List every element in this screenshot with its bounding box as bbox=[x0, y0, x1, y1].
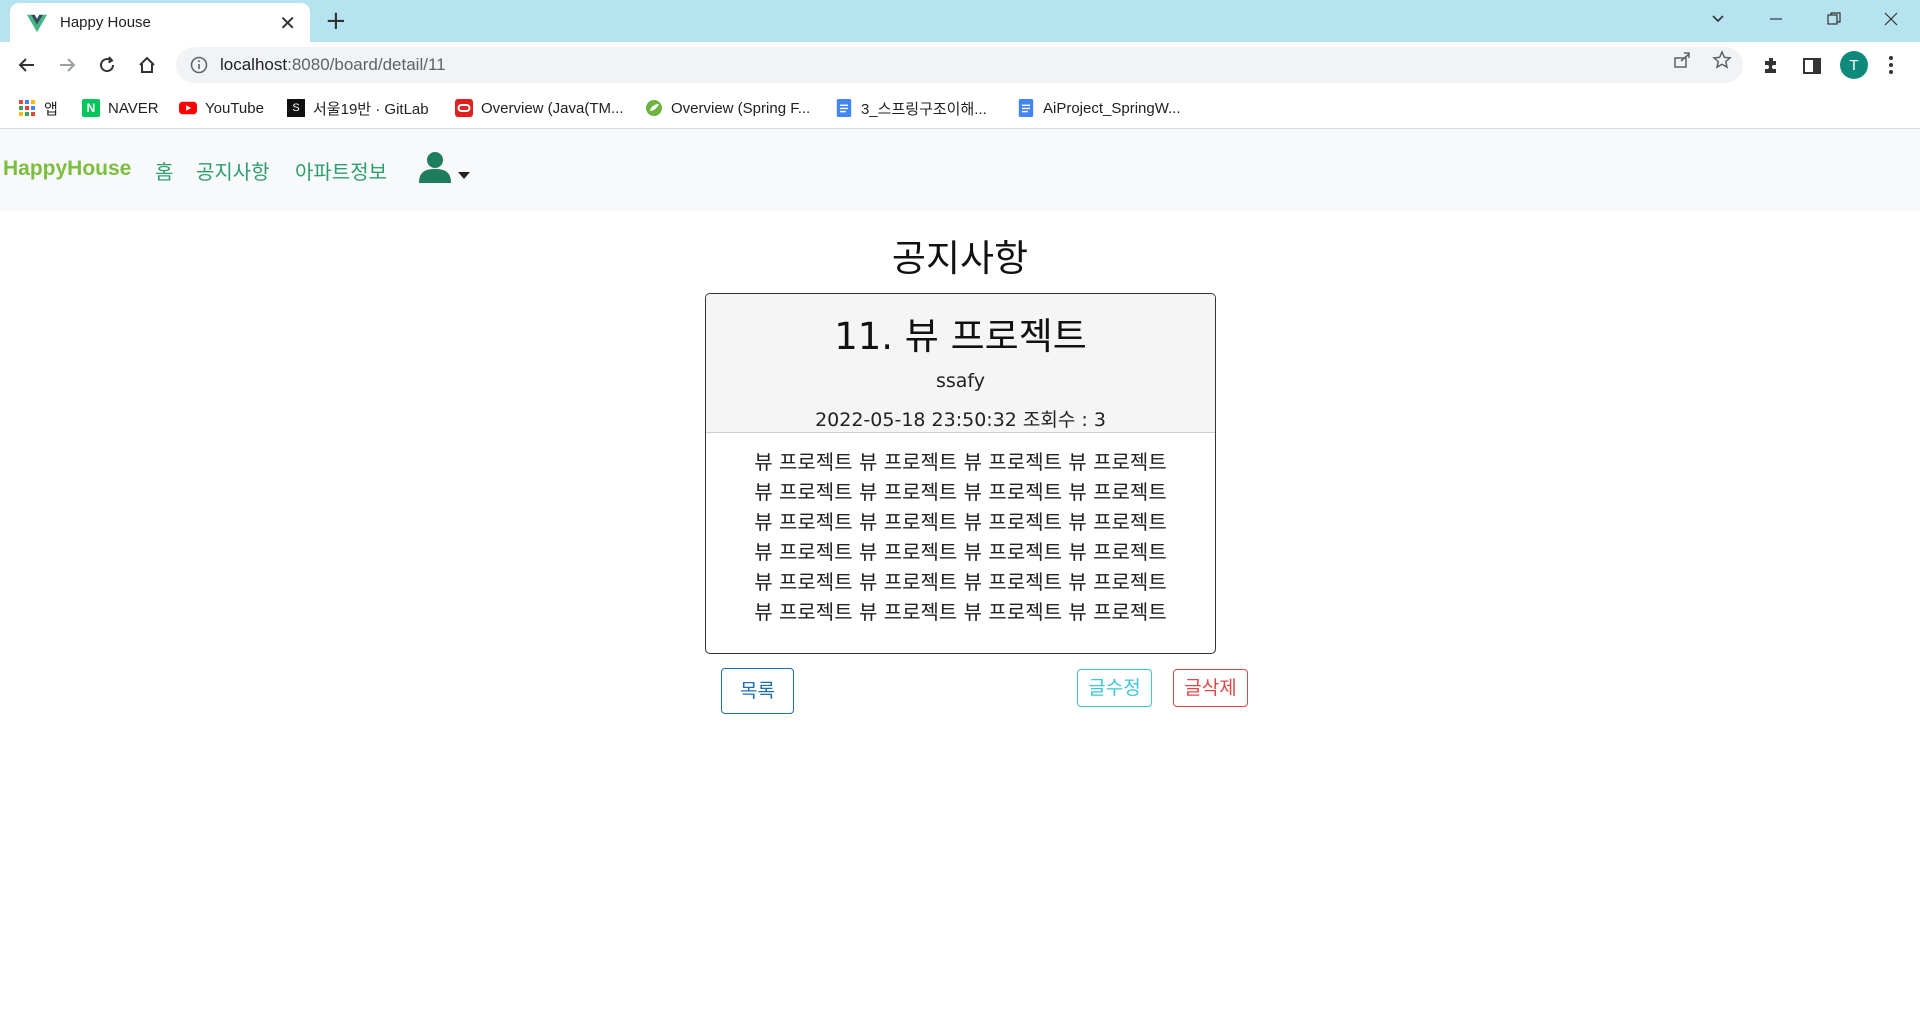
address-bar[interactable]: localhost:8080/board/detail/11 bbox=[176, 47, 1743, 83]
bookmark-label: 3_스프링구조이해... bbox=[861, 100, 987, 118]
bookmark-gitlab[interactable]: S 서울19반 · GitLab bbox=[287, 96, 429, 120]
brand-logo[interactable]: HappyHouse bbox=[3, 157, 131, 181]
restore-icon[interactable] bbox=[1826, 11, 1842, 27]
delete-button[interactable]: 글삭제 bbox=[1173, 669, 1248, 707]
spring-icon bbox=[646, 100, 662, 116]
article-header: 11. 뷰 프로젝트 ssafy 2022-05-18 23:50:32 조회수… bbox=[706, 294, 1215, 433]
browser-tab[interactable]: Happy House ✕ bbox=[10, 3, 310, 42]
oracle-icon bbox=[455, 99, 473, 117]
nav-link-notice[interactable]: 공지사항 bbox=[196, 156, 270, 185]
article-author: ssafy bbox=[935, 370, 986, 392]
content-line: 뷰 프로젝트 뷰 프로젝트 뷰 프로젝트 뷰 프로젝트 bbox=[754, 450, 1167, 474]
more-menu-icon[interactable] bbox=[1888, 54, 1894, 76]
bookmark-star-icon[interactable] bbox=[1712, 50, 1732, 70]
vue-logo-icon bbox=[26, 14, 48, 32]
content-line: 뷰 프로젝트 뷰 프로젝트 뷰 프로젝트 뷰 프로젝트 bbox=[754, 570, 1167, 594]
article-title: 11. 뷰 프로젝트 bbox=[834, 315, 1087, 358]
bookmark-label: Overview (Spring F... bbox=[671, 99, 811, 117]
bookmark-java-overview[interactable]: Overview (Java(TM... bbox=[455, 96, 624, 120]
content-line: 뷰 프로젝트 뷰 프로젝트 뷰 프로젝트 뷰 프로젝트 bbox=[754, 600, 1167, 624]
content-line: 뷰 프로젝트 뷰 프로젝트 뷰 프로젝트 뷰 프로젝트 bbox=[754, 510, 1167, 534]
extensions-icon[interactable] bbox=[1761, 55, 1783, 77]
docs-icon bbox=[836, 99, 852, 117]
bookmark-aiproject[interactable]: AiProject_SpringW... bbox=[1017, 96, 1181, 120]
list-button[interactable]: 목록 bbox=[721, 668, 794, 714]
tab-search-icon[interactable] bbox=[1710, 11, 1726, 27]
bookmark-label: Overview (Java(TM... bbox=[481, 99, 624, 117]
article-card: 11. 뷰 프로젝트 ssafy 2022-05-18 23:50:32 조회수… bbox=[705, 293, 1216, 654]
user-menu-dropdown[interactable] bbox=[416, 149, 476, 189]
side-panel-icon[interactable] bbox=[1801, 55, 1823, 77]
url-text: localhost:8080/board/detail/11 bbox=[220, 55, 446, 75]
back-button[interactable] bbox=[13, 51, 41, 79]
bookmark-spring-overview[interactable]: Overview (Spring F... bbox=[645, 96, 810, 120]
nav-link-home[interactable]: 홈 bbox=[155, 156, 173, 185]
bookmark-label: 서울19반 · GitLab bbox=[313, 100, 429, 118]
youtube-icon bbox=[179, 101, 197, 115]
apps-grid-icon bbox=[19, 100, 35, 116]
naver-icon: N bbox=[82, 99, 100, 117]
browser-toolbar: localhost:8080/board/detail/11 T bbox=[0, 42, 1920, 88]
bookmark-naver[interactable]: N NAVER bbox=[82, 96, 159, 120]
bookmark-label: AiProject_SpringW... bbox=[1043, 99, 1181, 117]
edit-button[interactable]: 글수정 bbox=[1077, 669, 1152, 707]
bookmark-spring-doc[interactable]: 3_스프링구조이해... bbox=[835, 96, 987, 120]
bookmark-label: 앱 bbox=[44, 100, 58, 118]
tab-close-icon[interactable]: ✕ bbox=[279, 11, 296, 35]
forward-button[interactable] bbox=[53, 51, 81, 79]
bookmarks-bar: 앱 N NAVER YouTube S 서울19반 · GitLab Overv… bbox=[0, 88, 1920, 129]
reload-button[interactable] bbox=[93, 51, 121, 79]
minimize-icon[interactable] bbox=[1768, 11, 1784, 27]
home-button[interactable] bbox=[133, 51, 161, 79]
forward-arrow-icon bbox=[60, 58, 76, 72]
site-info-icon[interactable] bbox=[190, 56, 208, 74]
content-line: 뷰 프로젝트 뷰 프로젝트 뷰 프로젝트 뷰 프로젝트 bbox=[754, 480, 1167, 504]
user-icon bbox=[419, 152, 470, 183]
bookmark-label: YouTube bbox=[205, 99, 264, 117]
back-arrow-icon bbox=[18, 58, 34, 72]
docs-icon bbox=[1018, 99, 1034, 117]
new-tab-button[interactable]: + bbox=[325, 6, 347, 36]
page-title: 공지사항 bbox=[891, 237, 1029, 280]
share-icon[interactable] bbox=[1672, 50, 1692, 70]
article-content: 뷰 프로젝트 뷰 프로젝트 뷰 프로젝트 뷰 프로젝트 뷰 프로젝트 뷰 프로젝… bbox=[706, 433, 1215, 627]
bookmark-label: NAVER bbox=[108, 99, 159, 117]
nav-link-apartment[interactable]: 아파트정보 bbox=[295, 156, 387, 185]
url-path: :8080/board/detail/11 bbox=[287, 55, 446, 74]
reload-icon bbox=[100, 56, 115, 73]
url-host: localhost bbox=[220, 55, 288, 74]
tab-strip: Happy House ✕ + bbox=[0, 0, 1920, 42]
profile-avatar[interactable]: T bbox=[1840, 51, 1868, 79]
article-meta: 2022-05-18 23:50:32 조회수 : 3 bbox=[815, 409, 1106, 431]
content-line: 뷰 프로젝트 뷰 프로젝트 뷰 프로젝트 뷰 프로젝트 bbox=[754, 540, 1167, 564]
bookmark-apps[interactable]: 앱 bbox=[18, 96, 58, 120]
bookmark-youtube[interactable]: YouTube bbox=[179, 96, 264, 120]
home-icon bbox=[139, 56, 155, 73]
gitlab-icon: S bbox=[287, 99, 305, 117]
app-navbar: HappyHouse 홈 공지사항 아파트정보 bbox=[0, 129, 1920, 211]
close-window-icon[interactable] bbox=[1883, 11, 1899, 27]
tab-title: Happy House bbox=[60, 14, 151, 31]
